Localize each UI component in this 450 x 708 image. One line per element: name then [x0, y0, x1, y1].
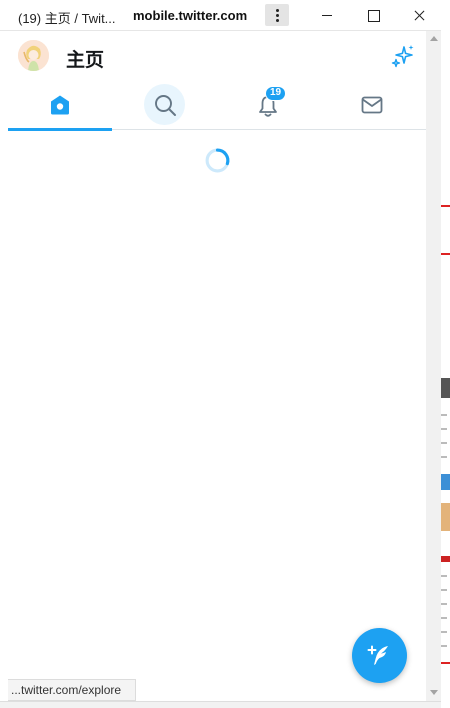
window-url: mobile.twitter.com: [133, 8, 248, 23]
page-title: 主页: [66, 50, 105, 71]
avatar-illustration-icon: [18, 40, 49, 71]
tab-home[interactable]: [8, 81, 112, 131]
minimize-button[interactable]: [304, 0, 350, 30]
tab-bar: 19: [8, 81, 426, 131]
window-title: (19) 主页 / Twit...: [18, 11, 116, 26]
browser-window: (19) 主页 / Twit... mobile.twitter.com 主页: [0, 0, 450, 708]
search-icon: [155, 95, 176, 116]
notification-badge: 19: [265, 86, 286, 101]
scrollbar[interactable]: [426, 31, 441, 701]
compose-feather-icon: [367, 645, 388, 665]
active-tab-indicator: [8, 128, 112, 131]
close-button[interactable]: [396, 0, 442, 30]
background-page: [441, 0, 450, 708]
loading-spinner-icon: [205, 148, 230, 173]
tab-search[interactable]: [112, 81, 216, 130]
avatar[interactable]: [18, 40, 49, 71]
tab-notifications[interactable]: 19: [217, 81, 321, 130]
tab-messages[interactable]: [321, 81, 425, 130]
sparkle-icon[interactable]: [391, 44, 415, 68]
title-bar: (19) 主页 / Twit... mobile.twitter.com: [0, 0, 450, 31]
app-header: 主页: [8, 31, 426, 81]
scroll-up-arrow-icon[interactable]: [430, 36, 438, 41]
maximize-button[interactable]: [350, 0, 396, 30]
scroll-down-arrow-icon[interactable]: [430, 690, 438, 695]
compose-tweet-button[interactable]: [352, 628, 407, 683]
status-bar-link: ...twitter.com/explore: [8, 679, 137, 701]
more-options-icon[interactable]: [265, 4, 289, 26]
home-icon: [51, 95, 69, 115]
mail-icon: [361, 96, 383, 114]
window-bottom-edge: [0, 701, 441, 708]
twitter-app: 主页 19: [8, 31, 426, 708]
